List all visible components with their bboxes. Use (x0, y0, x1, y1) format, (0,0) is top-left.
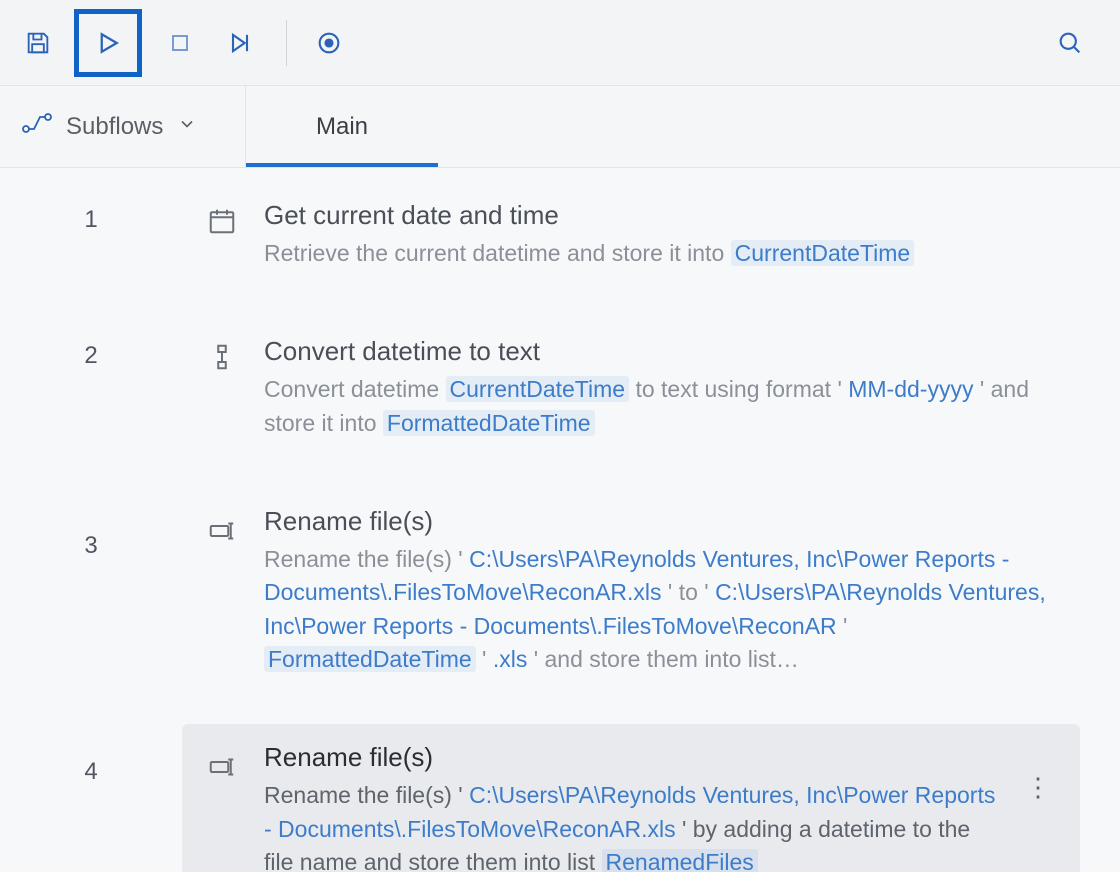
record-icon (315, 29, 343, 57)
variable-token: CurrentDateTime (731, 240, 915, 266)
action-description: Rename the file(s) ' C:\Users\PA\Reynold… (264, 779, 996, 872)
flow-step[interactable]: 1 Get current date and time Retrieve the… (0, 168, 1080, 304)
rename-icon (207, 516, 237, 546)
action-title: Get current date and time (264, 200, 1058, 231)
step-number: 2 (0, 304, 182, 370)
action-card[interactable]: Get current date and time Retrieve the c… (182, 182, 1080, 290)
calendar-icon (207, 206, 237, 236)
step-number: 1 (0, 168, 182, 234)
actions-list: 1 Get current date and time Retrieve the… (0, 168, 1120, 872)
action-description: Rename the file(s) ' C:\Users\PA\Reynold… (264, 543, 1058, 676)
flow-designer: 1 Get current date and time Retrieve the… (0, 168, 1120, 872)
play-icon (93, 28, 123, 58)
toolbar (0, 0, 1120, 86)
step-button[interactable] (216, 19, 264, 67)
literal-token: .xls (493, 646, 528, 672)
action-description: Convert datetime CurrentDateTime to text… (264, 373, 1058, 440)
subflows-dropdown[interactable]: Subflows (0, 86, 246, 167)
action-card[interactable]: Convert datetime to text Convert datetim… (182, 318, 1080, 460)
stop-button[interactable] (156, 19, 204, 67)
subflows-label: Subflows (66, 113, 163, 141)
action-card-selected[interactable]: Rename file(s) Rename the file(s) ' C:\U… (182, 724, 1080, 872)
variable-token: CurrentDateTime (446, 376, 630, 402)
step-number: 4 (0, 710, 182, 786)
flow-step[interactable]: 3 Rename file(s) Rename the file(s) ' C:… (0, 474, 1080, 710)
search-icon (1056, 29, 1084, 57)
convert-icon (207, 342, 237, 372)
search-button[interactable] (1046, 19, 1094, 67)
action-title: Rename file(s) (264, 742, 996, 773)
literal-token: MM-dd-yyyy (848, 376, 973, 402)
action-title: Rename file(s) (264, 506, 1058, 537)
save-icon (24, 29, 52, 57)
flow-step[interactable]: 4 Rename file(s) Rename the file(s) ' C:… (0, 710, 1080, 872)
more-menu[interactable]: ⋮ (1018, 742, 1058, 803)
step-icon (226, 29, 254, 57)
save-button[interactable] (14, 19, 62, 67)
rename-icon (207, 752, 237, 782)
action-description: Retrieve the current datetime and store … (264, 237, 1058, 270)
action-title: Convert datetime to text (264, 336, 1058, 367)
flow-step[interactable]: 2 Convert datetime to text Convert datet… (0, 304, 1080, 474)
tab-main[interactable]: Main (246, 86, 438, 167)
chevron-down-icon (177, 113, 197, 141)
toolbar-separator (286, 20, 287, 66)
step-number: 3 (0, 474, 182, 560)
variable-token: FormattedDateTime (383, 410, 595, 436)
record-button[interactable] (305, 19, 353, 67)
variable-token: RenamedFiles (602, 849, 758, 872)
run-button[interactable] (74, 9, 142, 77)
tab-main-label: Main (316, 113, 368, 141)
subflows-icon (22, 111, 52, 142)
stop-icon (166, 29, 194, 57)
action-card[interactable]: Rename file(s) Rename the file(s) ' C:\U… (182, 488, 1080, 696)
variable-token: FormattedDateTime (264, 646, 476, 672)
tabs-row: Subflows Main (0, 86, 1120, 168)
